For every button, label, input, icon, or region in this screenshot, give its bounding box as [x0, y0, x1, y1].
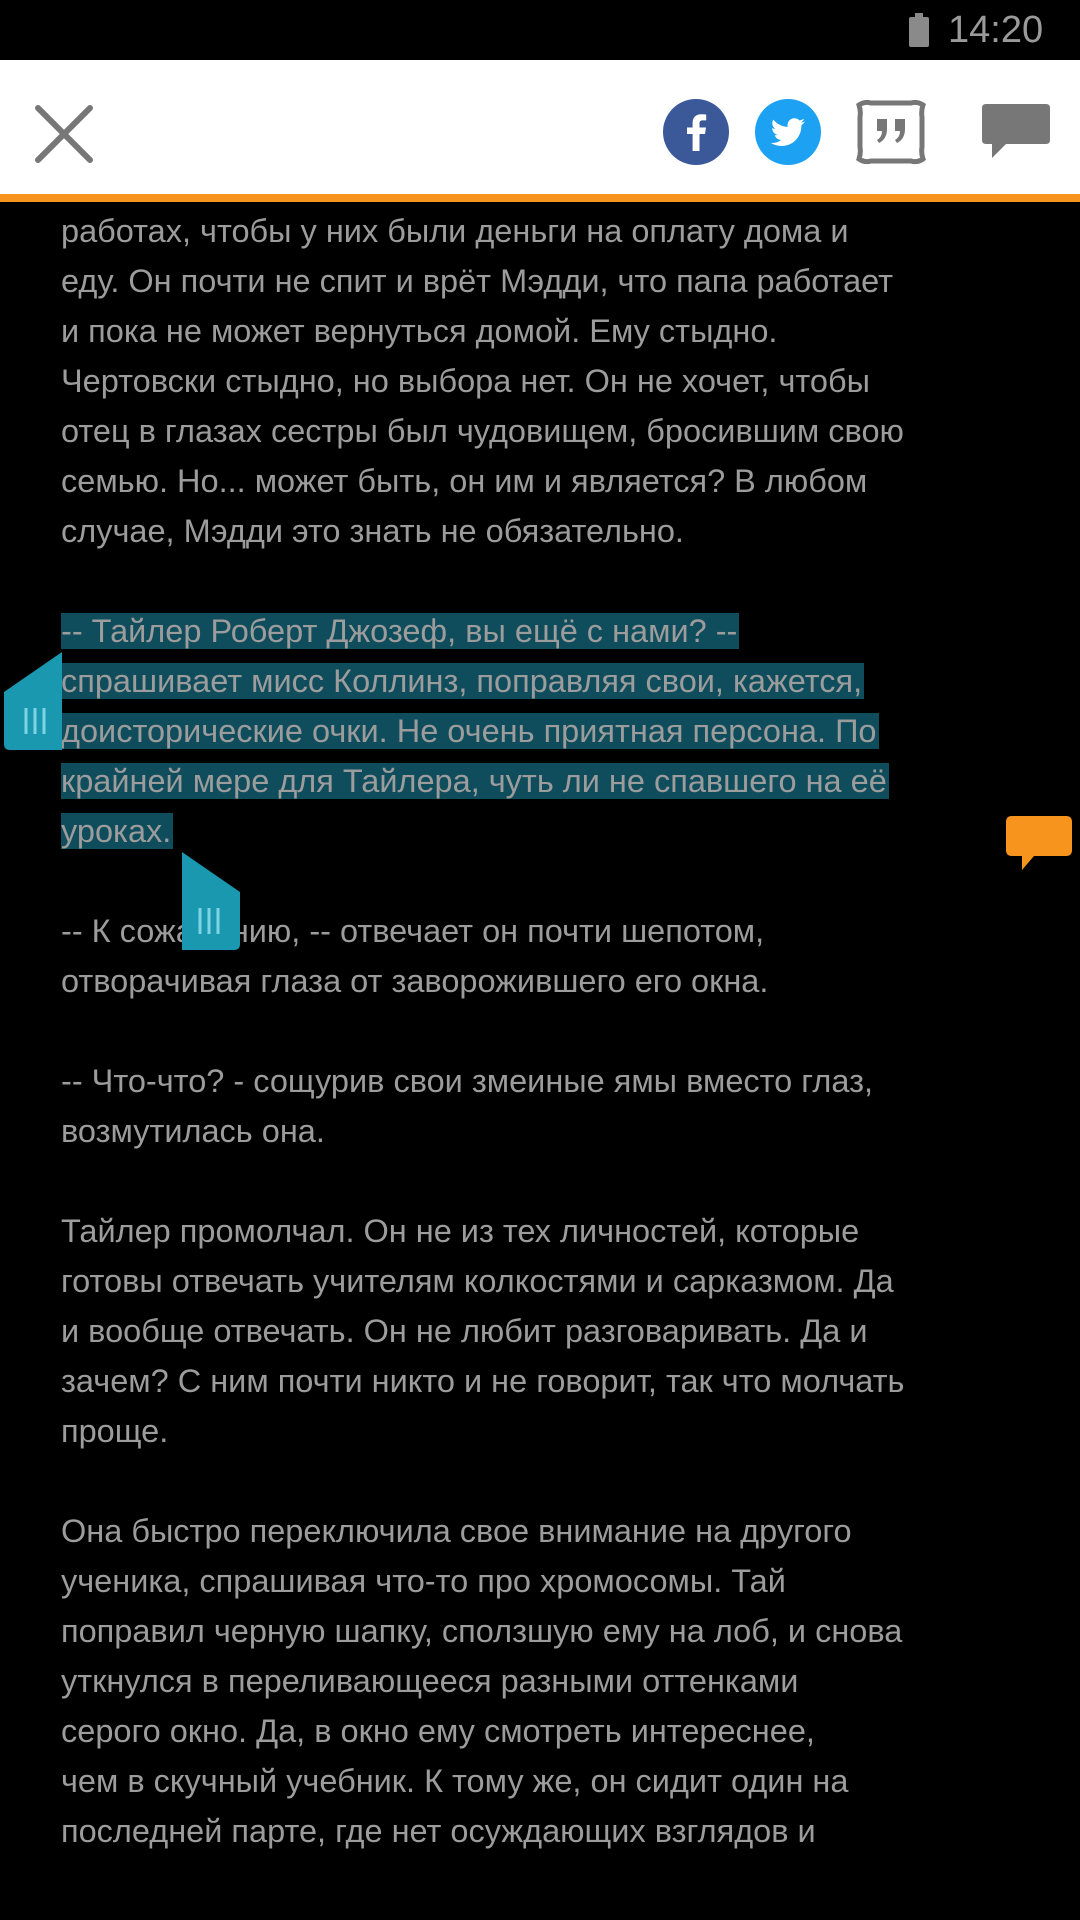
text-line: уткнулся в переливающееся разными оттенк…	[61, 1656, 798, 1706]
text-line: Она быстро переключила свое внимание на …	[61, 1506, 852, 1556]
text-line: -- К сожалению, -- отвечает он почти шеп…	[61, 906, 764, 956]
text-line: проще.	[61, 1406, 168, 1456]
selection-end-handle[interactable]	[182, 852, 240, 950]
text-line-content: -- Что-что? - сощурив свои змеиные ямы в…	[61, 1063, 874, 1099]
selected-text-line: доисторические очки. Не очень приятная п…	[61, 706, 879, 756]
text-line-content: последней парте, где нет осуждающих взгл…	[61, 1813, 816, 1849]
text-line-content: проще.	[61, 1413, 169, 1449]
close-button[interactable]	[28, 98, 100, 170]
text-line: серого окно. Да, в окно ему смотреть инт…	[61, 1706, 815, 1756]
selection-handle-icon	[182, 852, 240, 950]
text-line-content: готовы отвечать учителям колкостями и са…	[61, 1263, 894, 1299]
text-line-content: Чертовски стыдно, но выбора нет. Он не х…	[61, 363, 870, 399]
text-line-content: и пока не может вернуться домой. Ему сты…	[61, 313, 778, 349]
facebook-icon	[663, 99, 729, 165]
text-line-content: Она быстро переключила свое внимание на …	[61, 1513, 852, 1549]
status-bar: 14:20	[0, 0, 1080, 60]
text-line: -- Что-что? - сощурив свои змеиные ямы в…	[61, 1056, 873, 1106]
text-line-content: случае, Мэдди это знать не обязательно.	[61, 513, 684, 549]
battery-icon	[909, 13, 929, 47]
text-line-content: крайней мере для Тайлера, чуть ли не спа…	[61, 763, 889, 799]
text-line-content: уроках.	[61, 813, 174, 849]
text-line: возмутилась она.	[61, 1106, 325, 1156]
text-line: еду. Он почти не спит и врёт Мэдди, что …	[61, 256, 893, 306]
reader-toolbar	[0, 60, 1080, 202]
text-line-content: зачем? С ним почти никто и не говорит, т…	[61, 1363, 905, 1399]
text-line: готовы отвечать учителям колкостями и са…	[61, 1256, 894, 1306]
text-line-content: ученика, спрашивая что-то про хромосомы.…	[61, 1563, 786, 1599]
close-icon	[35, 105, 93, 163]
selected-text-line: крайней мере для Тайлера, чуть ли не спа…	[61, 756, 889, 806]
selected-text-line: -- Тайлер Роберт Джозеф, вы ещё с нами? …	[61, 606, 740, 656]
selected-text-line: уроках.	[61, 806, 174, 856]
quote-icon	[856, 99, 926, 165]
text-line: последней парте, где нет осуждающих взгл…	[61, 1806, 816, 1856]
text-line: и вообще отвечать. Он не любит разговари…	[61, 1306, 868, 1356]
text-line-content: -- К сожалению, -- отвечает он почти шеп…	[61, 913, 765, 949]
text-line: ученика, спрашивая что-то про хромосомы.…	[61, 1556, 786, 1606]
reader-screen: 14:20 работах, чтобы у них были деньги н…	[0, 0, 1080, 1920]
add-comment-marker[interactable]	[1004, 814, 1074, 876]
text-line-content: -- Тайлер Роберт Джозеф, вы ещё с нами? …	[61, 613, 740, 649]
status-clock: 14:20	[948, 9, 1044, 51]
text-line-content: отворачивая глаза от заворожившего его о…	[61, 963, 769, 999]
text-line-content: отец в глазах сестры был чудовищем, брос…	[61, 413, 904, 449]
text-line-content: уткнулся в переливающееся разными оттенк…	[61, 1663, 799, 1699]
selected-text-line: спрашивает мисс Коллинз, поправляя свои,…	[61, 656, 865, 706]
selection-handle-icon	[4, 652, 62, 750]
text-line: зачем? С ним почти никто и не говорит, т…	[61, 1356, 904, 1406]
text-line: Тайлер промолчал. Он не из тех личностей…	[61, 1206, 859, 1256]
selection-start-handle[interactable]	[4, 652, 62, 750]
comments-button[interactable]	[980, 100, 1052, 164]
text-line-content: семью. Но... может быть, он им и являетс…	[61, 463, 868, 499]
share-twitter-button[interactable]	[755, 99, 821, 165]
text-line: семью. Но... может быть, он им и являетс…	[61, 456, 867, 506]
comment-bubble-icon	[1006, 816, 1072, 870]
text-line-content: и вообще отвечать. Он не любит разговари…	[61, 1313, 868, 1349]
text-line-content: возмутилась она.	[61, 1113, 325, 1149]
text-line-content: серого окно. Да, в окно ему смотреть инт…	[61, 1713, 815, 1749]
text-line: отец в глазах сестры был чудовищем, брос…	[61, 406, 904, 456]
text-line-content: доисторические очки. Не очень приятная п…	[61, 713, 879, 749]
text-line-content: поправил черную шапку, сползшую ему на л…	[61, 1613, 903, 1649]
text-line-content: еду. Он почти не спит и врёт Мэдди, что …	[61, 263, 894, 299]
text-line: и пока не может вернуться домой. Ему сты…	[61, 306, 777, 356]
text-line-content: чем в скучный учебник. К тому же, он сид…	[61, 1763, 849, 1799]
text-line-content: Тайлер промолчал. Он не из тех личностей…	[61, 1213, 860, 1249]
share-facebook-button[interactable]	[663, 99, 729, 165]
twitter-icon	[755, 99, 821, 165]
text-line-content: спрашивает мисс Коллинз, поправляя свои,…	[61, 663, 865, 699]
text-line: работах, чтобы у них были деньги на опла…	[61, 206, 849, 256]
text-line: случае, Мэдди это знать не обязательно.	[61, 506, 684, 556]
comment-icon	[982, 104, 1050, 158]
text-line: чем в скучный учебник. К тому же, он сид…	[61, 1756, 848, 1806]
quote-button[interactable]	[855, 97, 927, 167]
text-line-content: работах, чтобы у них были деньги на опла…	[61, 213, 849, 249]
text-line: Чертовски стыдно, но выбора нет. Он не х…	[61, 356, 870, 406]
text-line: отворачивая глаза от заворожившего его о…	[61, 956, 768, 1006]
text-line: поправил черную шапку, сползшую ему на л…	[61, 1606, 902, 1656]
